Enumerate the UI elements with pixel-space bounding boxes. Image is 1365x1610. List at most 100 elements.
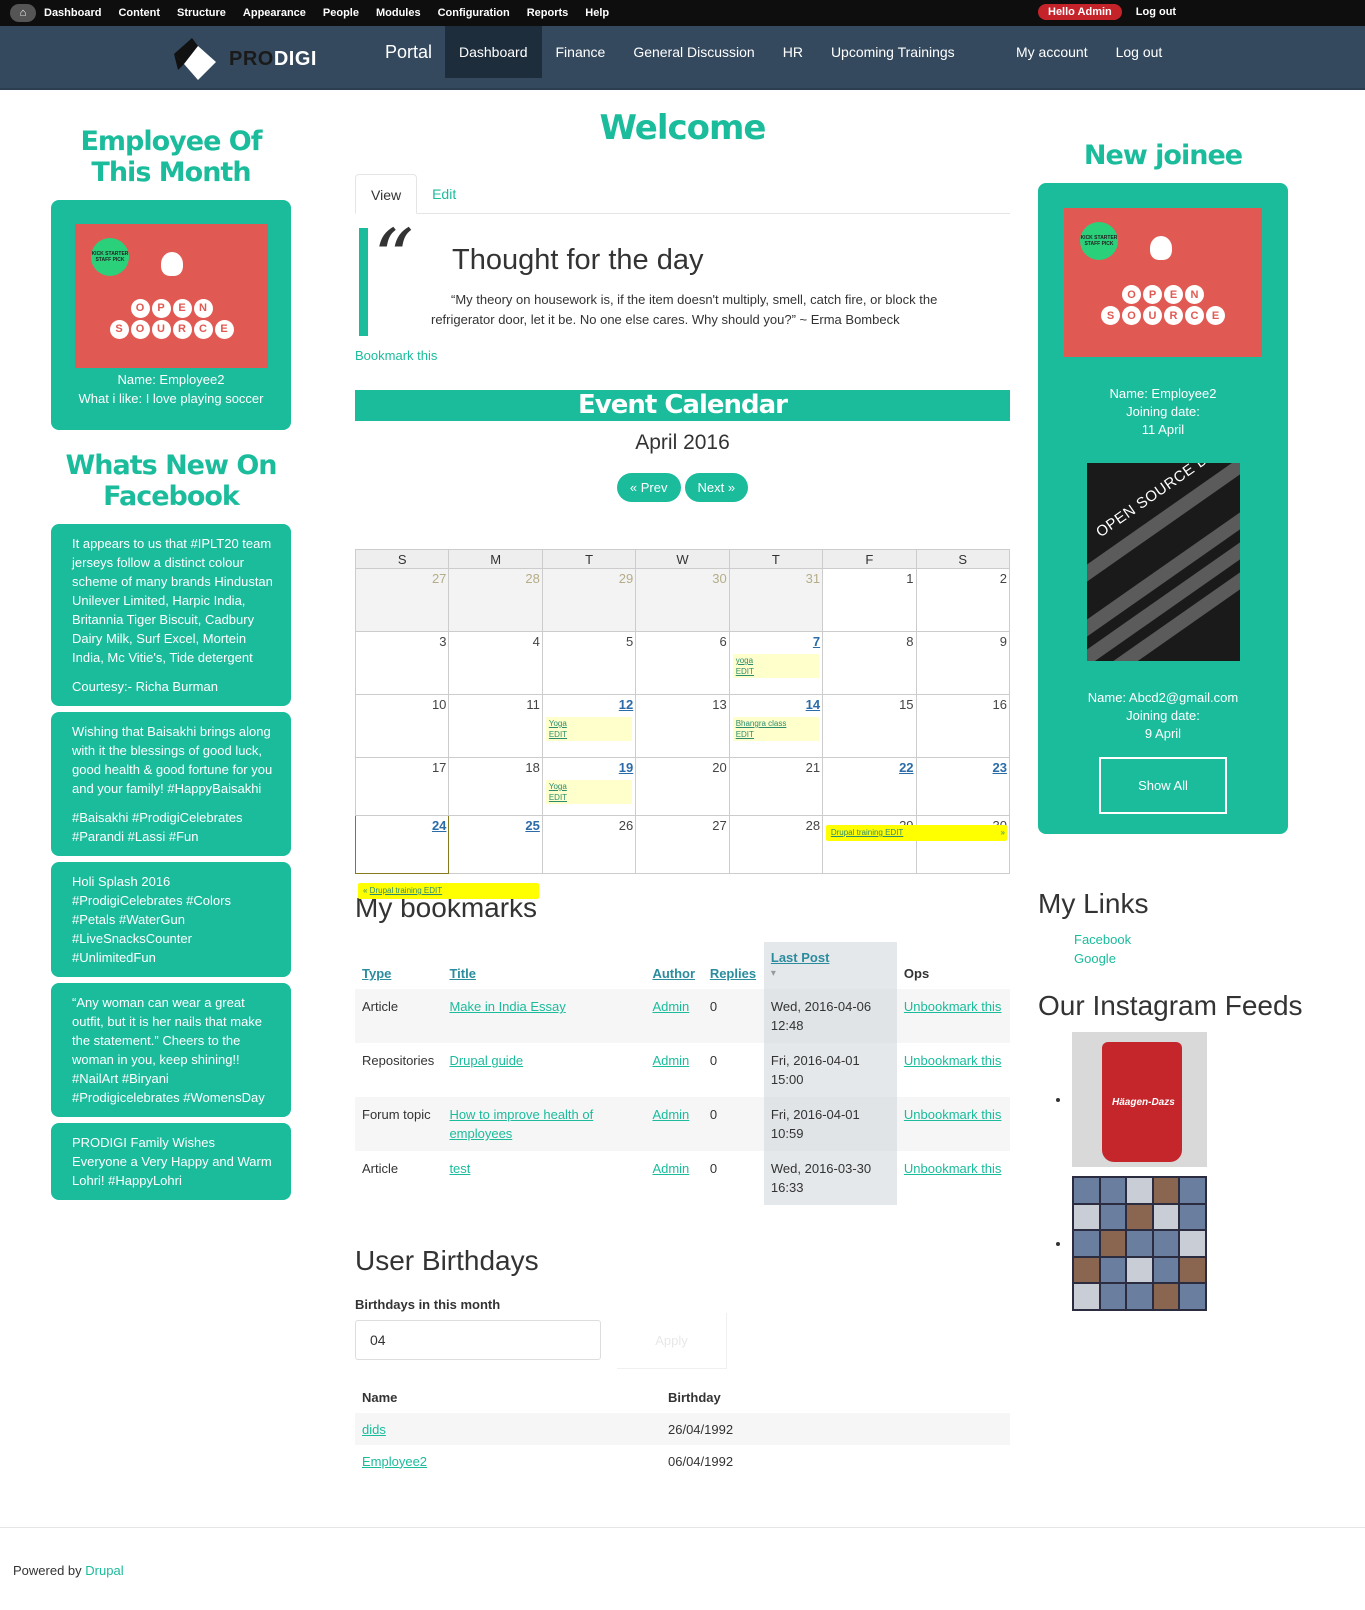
nav-upcoming-trainings[interactable]: Upcoming Trainings	[817, 26, 969, 78]
event-link[interactable]: Yoga	[549, 781, 629, 792]
calendar-cell[interactable]: 9	[915, 631, 1011, 695]
my-link-google[interactable]: Google	[1074, 949, 1318, 968]
bookmarks-header[interactable]: Type	[355, 942, 442, 989]
bookmark-link[interactable]: Admin	[652, 1107, 689, 1122]
admin-menu-configuration[interactable]: Configuration	[438, 7, 510, 19]
drupal-link[interactable]: Drupal	[85, 1563, 123, 1578]
bookmark-link[interactable]: test	[449, 1161, 470, 1176]
calendar-cell[interactable]: 31	[728, 568, 824, 632]
calendar-cell[interactable]: 17	[354, 757, 450, 816]
calendar-day-link[interactable]: 19	[619, 760, 633, 775]
admin-menu-modules[interactable]: Modules	[376, 7, 421, 19]
hello-admin-badge[interactable]: Hello Admin	[1038, 4, 1122, 20]
bookmark-link[interactable]: How to improve health of employees	[449, 1107, 593, 1141]
sort-link[interactable]: Type	[362, 966, 391, 981]
calendar-cell[interactable]: 8	[822, 631, 917, 695]
calendar-cell[interactable]: 12 Yoga EDIT	[541, 694, 637, 758]
nav-finance[interactable]: Finance	[542, 26, 620, 78]
calendar-cell[interactable]: 30	[635, 568, 730, 632]
instagram-photo-collage[interactable]	[1072, 1176, 1207, 1311]
admin-menu-structure[interactable]: Structure	[177, 7, 226, 19]
nav-log-out[interactable]: Log out	[1116, 26, 1163, 78]
calendar-cell[interactable]: 18	[448, 757, 543, 816]
home-icon[interactable]: ⌂	[10, 4, 36, 22]
calendar-cell[interactable]: 28	[728, 815, 824, 874]
calendar-cell[interactable]: 21	[728, 757, 824, 816]
nav-dashboard[interactable]: Dashboard	[445, 26, 542, 78]
bookmark-link[interactable]: Unbookmark this	[904, 999, 1002, 1014]
calendar-cell[interactable]: 22	[822, 757, 917, 816]
calendar-cell[interactable]: 5	[541, 631, 637, 695]
bookmark-this-link[interactable]: Bookmark this	[355, 348, 1010, 363]
calendar-cell[interactable]: 11	[448, 694, 543, 758]
calendar-cell[interactable]: 28	[448, 568, 543, 632]
admin-menu-content[interactable]: Content	[118, 7, 160, 19]
nav-general-discussion[interactable]: General Discussion	[619, 26, 768, 78]
user-link[interactable]: Employee2	[362, 1454, 427, 1469]
calendar-cell[interactable]: 14 Bhangra class EDIT	[728, 694, 824, 758]
calendar-cell[interactable]: 25	[448, 815, 543, 874]
prodigi-logo[interactable]: PRODIGI	[172, 34, 322, 82]
instagram-item[interactable]: Häagen-Dazs	[1056, 1032, 1318, 1167]
facebook-post[interactable]: It appears to us that #IPLT20 team jerse…	[51, 524, 291, 706]
nav-my-account[interactable]: My account	[1016, 26, 1088, 78]
bookmark-link[interactable]: Unbookmark this	[904, 1107, 1002, 1122]
calendar-cell[interactable]: 2	[915, 568, 1011, 632]
event-edit-link[interactable]: EDIT	[549, 729, 629, 740]
bookmark-link[interactable]: Unbookmark this	[904, 1161, 1002, 1176]
calendar-day-link[interactable]: 22	[899, 760, 913, 775]
instagram-photo-cup[interactable]: Häagen-Dazs	[1072, 1032, 1207, 1167]
next-button[interactable]: Next »	[684, 473, 749, 502]
multiday-event-link[interactable]: Drupal training EDIT	[831, 828, 903, 837]
bookmark-link[interactable]: Admin	[652, 1161, 689, 1176]
calendar-day-link[interactable]: 23	[993, 760, 1007, 775]
calendar-cell[interactable]: 16	[915, 694, 1011, 758]
calendar-event[interactable]: Yoga EDIT	[545, 780, 633, 804]
bookmarks-header[interactable]: Replies	[703, 942, 764, 989]
event-edit-link[interactable]: EDIT	[736, 729, 816, 740]
bookmark-link[interactable]: Admin	[652, 999, 689, 1014]
tab-edit[interactable]: Edit	[417, 174, 471, 214]
calendar-cell[interactable]: 13	[635, 694, 730, 758]
prev-button[interactable]: « Prev	[616, 473, 681, 502]
portal-title[interactable]: Portal	[385, 42, 432, 63]
calendar-cell[interactable]: 1	[822, 568, 917, 632]
show-all-button[interactable]: Show All	[1099, 757, 1227, 814]
calendar-day-link[interactable]: 7	[813, 634, 820, 649]
admin-menu-appearance[interactable]: Appearance	[243, 7, 306, 19]
calendar-day-link[interactable]: 25	[525, 818, 539, 833]
calendar-day-link[interactable]: 24	[432, 818, 446, 833]
bookmark-link[interactable]: Drupal guide	[449, 1053, 523, 1068]
facebook-post[interactable]: Wishing that Baisakhi brings along with …	[51, 712, 291, 856]
sort-link[interactable]: Author	[652, 966, 695, 981]
tab-view[interactable]: View	[355, 174, 418, 214]
calendar-cell[interactable]: 15	[822, 694, 917, 758]
calendar-cell[interactable]: 6	[635, 631, 730, 695]
admin-menu-dashboard[interactable]: Dashboard	[44, 7, 101, 19]
calendar-event[interactable]: yoga EDIT	[732, 654, 820, 678]
calendar-day-link[interactable]: 12	[619, 697, 633, 712]
facebook-post[interactable]: “Any woman can wear a great outfit, but …	[51, 983, 291, 1117]
calendar-cell[interactable]: 3	[354, 631, 450, 695]
calendar-cell[interactable]: 29	[541, 568, 637, 632]
calendar-day-link[interactable]: 14	[806, 697, 820, 712]
calendar-event[interactable]: Yoga EDIT	[545, 717, 633, 741]
event-link[interactable]: yoga	[736, 655, 816, 666]
facebook-post[interactable]: PRODIGI Family Wishes Everyone a Very Ha…	[51, 1123, 291, 1200]
event-link[interactable]: Bhangra class	[736, 718, 816, 729]
calendar-cell[interactable]: 10	[354, 694, 450, 758]
calendar-cell[interactable]: 19 Yoga EDIT	[541, 757, 637, 816]
sort-link[interactable]: Last Post	[771, 950, 830, 965]
calendar-cell[interactable]: 26	[541, 815, 637, 874]
my-link-facebook[interactable]: Facebook	[1074, 930, 1318, 949]
sort-link[interactable]: Replies	[710, 966, 756, 981]
calendar-cell[interactable]: 20	[635, 757, 730, 816]
calendar-cell[interactable]: 7 yoga EDIT	[728, 631, 824, 695]
apply-button[interactable]: Apply	[617, 1313, 727, 1369]
calendar-cell[interactable]: 4	[448, 631, 543, 695]
bookmark-link[interactable]: Admin	[652, 1053, 689, 1068]
bookmarks-header[interactable]: Author	[645, 942, 702, 989]
multiday-event[interactable]: « Drupal training EDIT	[358, 883, 540, 899]
event-link[interactable]: Yoga	[549, 718, 629, 729]
calendar-cell[interactable]: 27	[354, 568, 450, 632]
